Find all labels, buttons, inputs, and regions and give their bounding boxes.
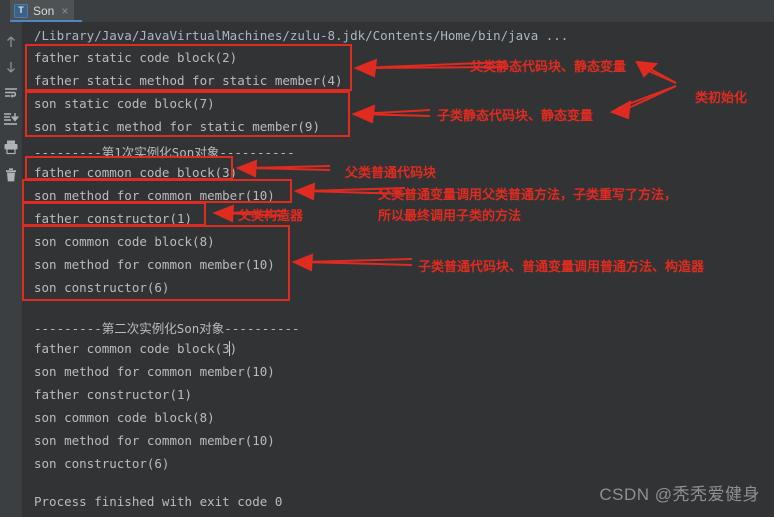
- watermark: CSDN @秃秃爱健身: [599, 485, 760, 504]
- console-line: father constructor(1): [34, 387, 193, 402]
- annotation-label: 父类普通代码块: [345, 165, 437, 180]
- console-separator-line: ---------第1次实例化Son对象----------: [34, 145, 295, 160]
- console-line: son method for common member(10): [34, 433, 275, 448]
- console-line: son method for common member(10): [34, 364, 275, 379]
- close-icon[interactable]: ×: [61, 4, 68, 18]
- up-arrow-icon[interactable]: [3, 34, 19, 50]
- scroll-to-end-icon[interactable]: [3, 111, 19, 127]
- print-icon[interactable]: [3, 139, 19, 155]
- console-line: son static method for static member(9): [34, 119, 320, 134]
- annotation-label: 父类静态代码块、静态变量: [470, 59, 627, 74]
- text-caret: [229, 341, 230, 356]
- console-line: father common code block(3): [34, 341, 238, 356]
- run-config-class-icon: [14, 3, 28, 18]
- console-line: son common code block(8): [34, 410, 215, 425]
- console-line: son static code block(7): [34, 96, 215, 111]
- tab-bar: Son ×: [0, 0, 774, 22]
- annotation-label: 父类构造器: [238, 208, 304, 223]
- console-separator-line: ---------第二次实例化Son对象----------: [34, 321, 300, 336]
- tab-son[interactable]: Son ×: [10, 0, 75, 22]
- annotation-label: 子类普通代码块、普通变量调用普通方法、构造器: [418, 259, 705, 274]
- soft-wrap-icon[interactable]: [3, 85, 19, 101]
- annotation-label: 父类普通变量调用父类普通方法，子类重写了方法，: [378, 187, 678, 202]
- annotation-label: 类初始化: [695, 90, 748, 105]
- console-line: son constructor(6): [34, 456, 170, 471]
- console-line: father static method for static member(4…: [34, 73, 343, 88]
- tab-label: Son: [33, 4, 55, 18]
- ide-run-console-window: Son ×: [0, 0, 774, 517]
- annotation-label: 所以最终调用子类的方法: [378, 208, 522, 223]
- console-left-toolbar: [0, 22, 22, 517]
- console-command-path: /Library/Java/JavaVirtualMachines/zulu-8…: [34, 28, 569, 43]
- console-line: father static code block(2): [34, 50, 238, 65]
- console-line: son constructor(6): [34, 280, 170, 295]
- console-line: father common code block(3): [34, 165, 238, 180]
- annotation-label: 子类静态代码块、静态变量: [437, 108, 594, 123]
- down-arrow-icon[interactable]: [3, 59, 19, 75]
- trash-icon[interactable]: [3, 167, 19, 183]
- console-line: son method for common member(10): [34, 257, 275, 272]
- console-line: son method for common member(10): [34, 188, 275, 203]
- console-line: father constructor(1): [34, 211, 193, 226]
- console-exit-line: Process finished with exit code 0: [34, 494, 283, 509]
- console-line: son common code block(8): [34, 234, 215, 249]
